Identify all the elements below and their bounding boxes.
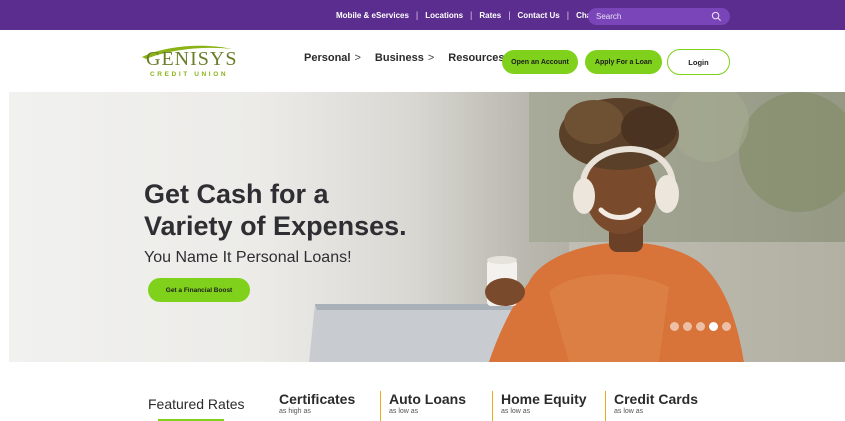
rate-name: Credit Cards [614, 391, 699, 407]
logo-wordmark: GENISYS [146, 48, 238, 70]
chevron-right-icon: > [354, 52, 361, 64]
carousel-dot-active[interactable] [709, 322, 718, 331]
rate-home-equity[interactable]: Home Equity as low as [492, 391, 587, 421]
rate-name: Auto Loans [389, 391, 466, 407]
hero-title-line1: Get Cash for a [144, 179, 329, 209]
search-icon[interactable] [711, 11, 722, 22]
rate-auto-loans[interactable]: Auto Loans as low as [380, 391, 466, 421]
util-separator: | [470, 10, 473, 20]
open-account-button[interactable]: Open an Account [502, 50, 578, 74]
logo-subtitle: CREDIT UNION [150, 71, 229, 78]
carousel-dot[interactable] [722, 322, 731, 331]
rate-credit-cards[interactable]: Credit Cards as low as [605, 391, 698, 421]
utility-links: Mobile & eServices | Locations | Rates |… [336, 0, 594, 30]
nav-business-label: Business [374, 52, 424, 64]
rate-name: Home Equity [501, 391, 587, 407]
hero-title: Get Cash for a Variety of Expenses. [144, 178, 464, 242]
featured-rates-title: Featured Rates [148, 396, 245, 412]
util-separator: | [415, 10, 419, 20]
hero-title-line2: Variety of Expenses. [144, 211, 407, 241]
genisys-logo[interactable]: GENISYS CREDIT UNION [136, 43, 236, 79]
nav-personal[interactable]: Personal > [304, 52, 361, 64]
carousel-dots [670, 322, 731, 331]
util-separator: | [508, 10, 511, 20]
rate-note: as high as [279, 408, 311, 415]
carousel-dot[interactable] [683, 322, 692, 331]
rate-note: as low as [614, 408, 644, 415]
util-link-locations[interactable]: Locations [425, 11, 463, 20]
nav-personal-label: Personal [304, 52, 351, 64]
util-link-mobile-eservices[interactable]: Mobile & eServices [336, 11, 409, 20]
site-header: GENISYS CREDIT UNION Personal > Business… [0, 30, 845, 92]
rate-certificates[interactable]: Certificates as high as [279, 391, 355, 421]
nav-business[interactable]: Business > [375, 52, 434, 64]
utility-bar: Mobile & eServices | Locations | Rates |… [0, 0, 845, 30]
rate-name: Certificates [279, 391, 356, 407]
chevron-right-icon: > [427, 52, 435, 64]
carousel-dot[interactable] [670, 322, 679, 331]
carousel-dot[interactable] [696, 322, 705, 331]
util-separator: | [566, 10, 570, 20]
util-link-rates[interactable]: Rates [479, 11, 501, 20]
search-input[interactable] [596, 12, 706, 21]
hero-subtitle: You Name It Personal Loans! [144, 249, 352, 266]
search-box [588, 8, 730, 25]
financial-boost-button[interactable]: Get a Financial Boost [148, 278, 250, 302]
login-button[interactable]: Login [667, 49, 730, 75]
rate-note: as low as [389, 408, 419, 415]
rate-note: as low as [501, 408, 531, 415]
hero-banner: Get Cash for a Variety of Expenses. You … [9, 92, 845, 362]
apply-loan-button[interactable]: Apply For a Loan [585, 50, 662, 74]
featured-rates: Featured Rates Certificates as high as A… [0, 362, 845, 421]
util-link-contact-us[interactable]: Contact Us [518, 11, 560, 20]
main-nav: Personal > Business > Resources > [304, 52, 515, 64]
nav-resources-label: Resources [448, 52, 505, 64]
